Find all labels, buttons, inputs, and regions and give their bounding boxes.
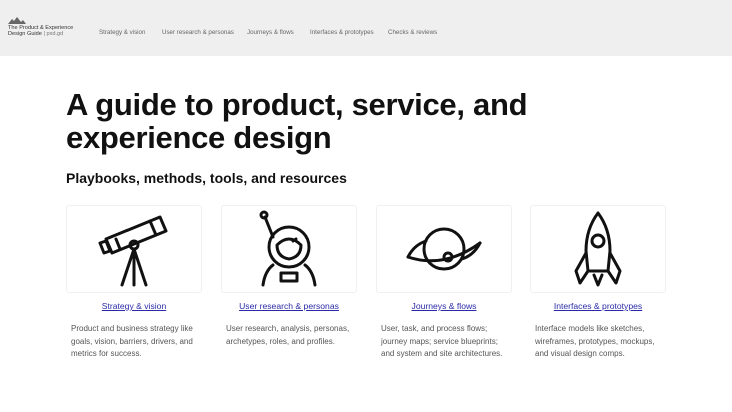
card-description: Interface models like sketches, wirefram… (535, 324, 655, 358)
card-image-tile[interactable] (530, 205, 666, 293)
card-image-tile[interactable] (66, 205, 202, 293)
nav-item-strategy-vision[interactable]: Strategy & vision (99, 29, 145, 36)
brand-line-2: Design Guide | pxd.gd (8, 31, 63, 37)
telescope-icon (98, 215, 168, 287)
nav-item-journeys-flows[interactable]: Journeys & flows (247, 29, 294, 36)
nav-item-checks-reviews[interactable]: Checks & reviews (388, 29, 437, 36)
card-link-user-research-personas[interactable]: User research & personas (221, 301, 357, 311)
brand-domain: pxd.gd (46, 31, 64, 37)
top-nav-bar: The Product & Experience Design Guide | … (0, 0, 732, 56)
mountain-logo-icon (8, 17, 26, 24)
card-description: User, task, and process flows; journey m… (381, 324, 503, 358)
planet-icon (406, 227, 482, 271)
nav-item-user-research-personas[interactable]: User research & personas (162, 29, 234, 36)
card-link-journeys-flows[interactable]: Journeys & flows (376, 301, 512, 311)
brand-name: Design Guide (8, 31, 42, 37)
card-link-interfaces-prototypes[interactable]: Interfaces & prototypes (530, 301, 666, 311)
nav-item-interfaces-prototypes[interactable]: Interfaces & prototypes (310, 29, 374, 36)
page-tagline: Playbooks, methods, tools, and resources (66, 170, 347, 186)
card-description: User research, analysis, personas, arche… (226, 324, 350, 346)
card-image-tile[interactable] (376, 205, 512, 293)
rocket-icon (574, 211, 622, 287)
card-image-tile[interactable] (221, 205, 357, 293)
card-link-strategy-vision[interactable]: Strategy & vision (66, 301, 202, 311)
card-description: Product and business strategy like goals… (71, 324, 193, 358)
astronaut-icon (259, 210, 317, 287)
page-title: A guide to product, service, and experie… (66, 87, 528, 155)
